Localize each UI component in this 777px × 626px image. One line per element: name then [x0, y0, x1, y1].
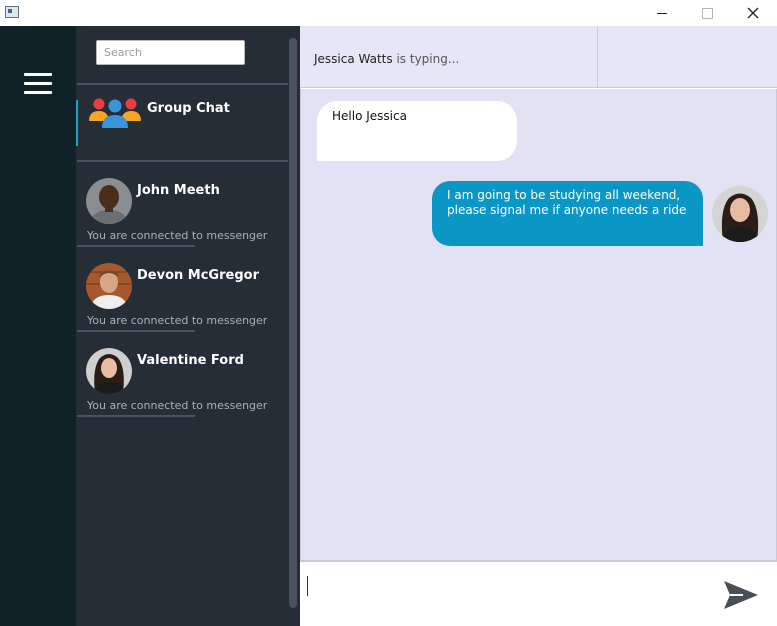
search-input[interactable] [96, 40, 245, 65]
contact-status: You are connected to messenger [87, 399, 268, 412]
divider [77, 245, 195, 247]
contact-status: You are connected to messenger [87, 314, 268, 327]
group-chat-label: Group Chat [147, 101, 230, 116]
contact-status: You are connected to messenger [87, 229, 268, 242]
contact-item-john-meeth[interactable]: John Meeth You are connected to messenge… [76, 178, 288, 258]
app-icon [5, 6, 19, 18]
divider [77, 83, 288, 85]
incoming-message: Hello Jessica [317, 101, 517, 161]
contact-item-devon-mcgregor[interactable]: Devon McGregor You are connected to mess… [76, 263, 288, 343]
contacts-panel: Group Chat John Meeth You are connected … [76, 26, 300, 626]
hamburger-menu-icon[interactable] [24, 73, 52, 95]
typing-name: Jessica Watts [314, 52, 393, 66]
chat-header: Jessica Watts is typing... [300, 26, 777, 88]
avatar [86, 178, 132, 224]
typing-indicator: Jessica Watts is typing... [314, 52, 459, 66]
minimize-icon[interactable] [640, 0, 686, 26]
message-composer [300, 561, 777, 626]
group-chat-item[interactable]: Group Chat [76, 86, 288, 162]
divider [77, 415, 195, 417]
contacts-scrollbar[interactable] [289, 38, 297, 608]
window-titlebar [0, 0, 777, 26]
group-people-icon [89, 98, 141, 128]
text-caret [307, 576, 308, 596]
avatar [86, 348, 132, 394]
contact-item-valentine-ford[interactable]: Valentine Ford You are connected to mess… [76, 348, 288, 428]
message-input[interactable] [306, 572, 706, 602]
divider [597, 26, 598, 88]
navigation-rail [0, 26, 76, 626]
close-icon[interactable] [730, 0, 776, 26]
divider [77, 160, 288, 162]
outgoing-message: I am going to be studying all weekend, p… [432, 181, 703, 246]
contact-name: Valentine Ford [137, 353, 244, 368]
contact-name: John Meeth [137, 183, 220, 198]
send-icon[interactable] [723, 580, 759, 610]
maximize-icon[interactable] [684, 0, 730, 26]
typing-suffix: is typing... [396, 52, 460, 66]
divider [77, 330, 195, 332]
message-list: Hello Jessica I am going to be studying … [300, 89, 777, 561]
avatar [86, 263, 132, 309]
selected-indicator [76, 100, 78, 146]
contact-name: Devon McGregor [137, 268, 259, 283]
avatar [712, 186, 768, 242]
